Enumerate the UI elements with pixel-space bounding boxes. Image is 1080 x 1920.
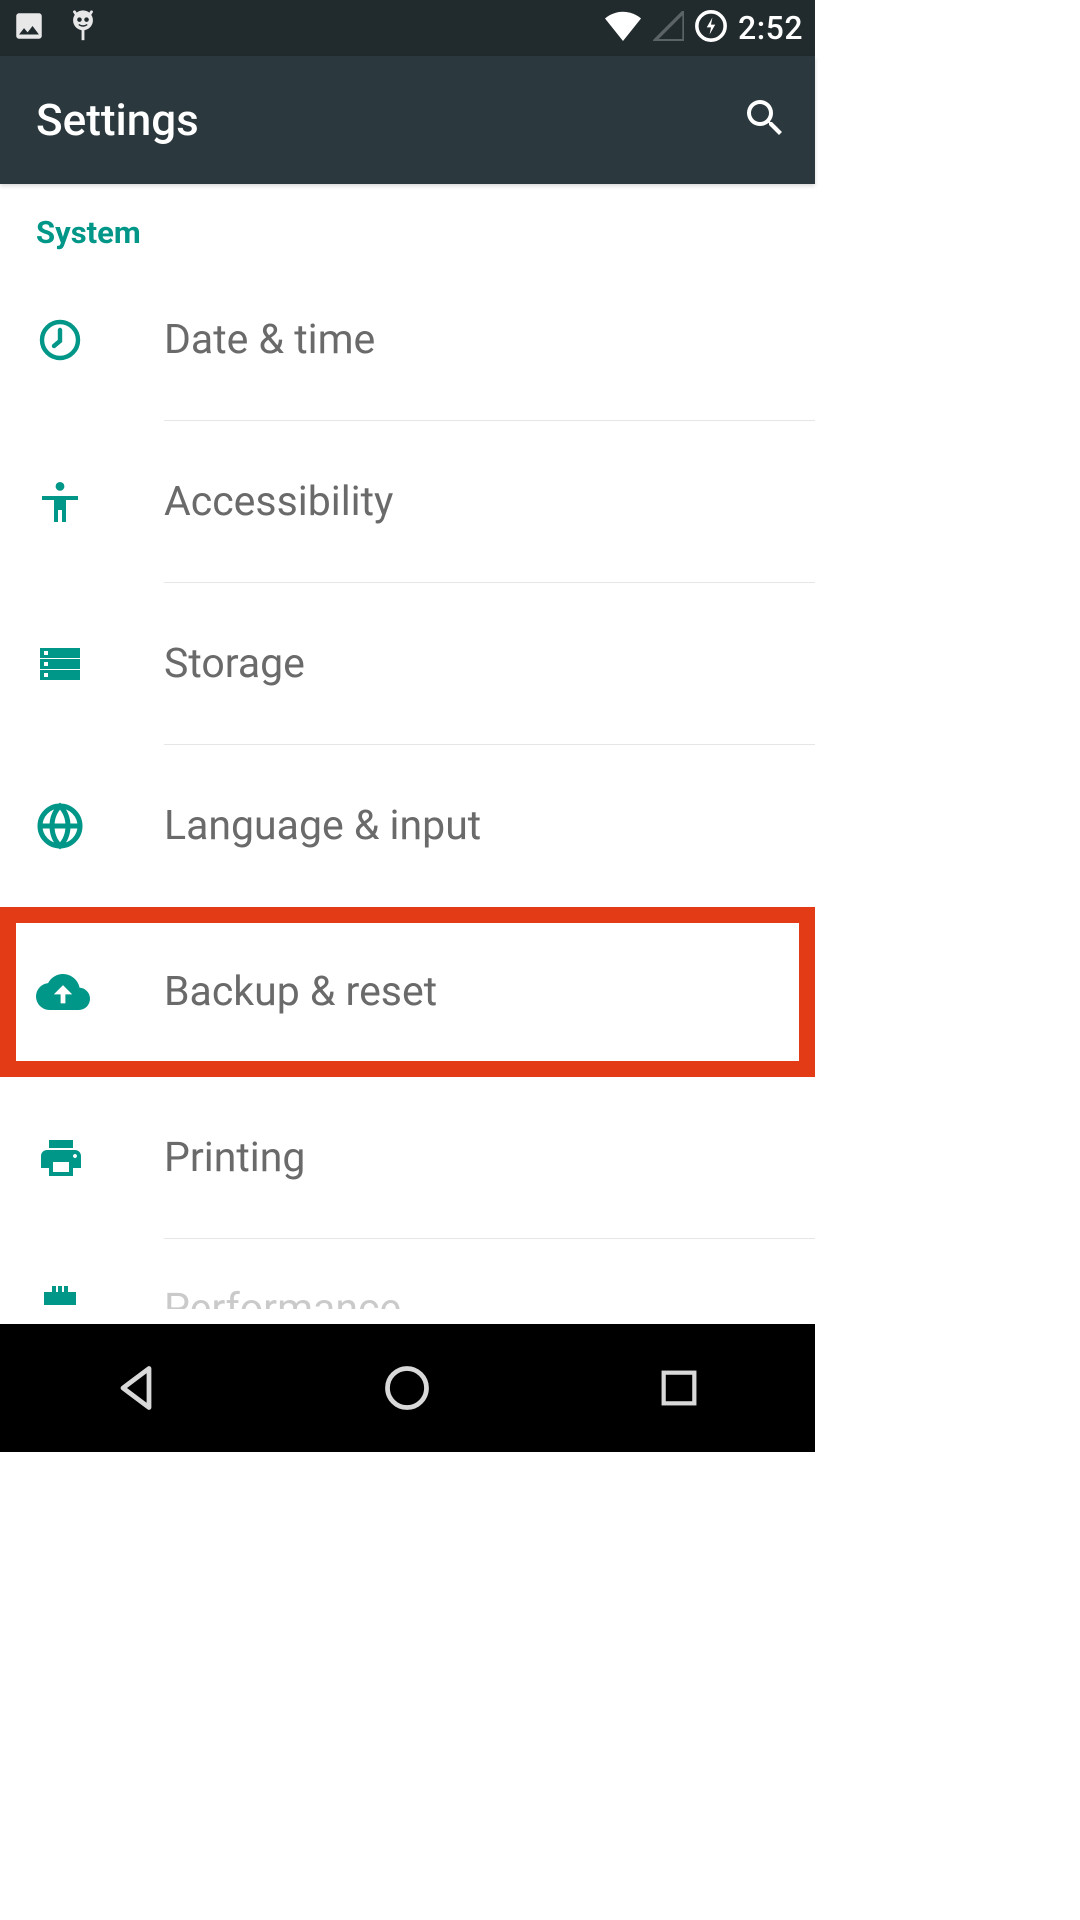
power-circle-icon: [694, 9, 728, 47]
row-storage[interactable]: Storage: [0, 583, 815, 745]
screen: 2:52 Settings System Date & time Accessi…: [0, 0, 815, 1452]
row-backup-reset[interactable]: Backup & reset: [0, 907, 815, 1077]
row-label: Performance: [164, 1285, 401, 1309]
row-label: Backup & reset: [164, 968, 437, 1016]
section-header-system: System: [0, 184, 815, 259]
app-bar: Settings: [0, 56, 815, 184]
recent-apps-button[interactable]: [574, 1365, 784, 1411]
row-label: Date & time: [164, 316, 375, 364]
status-right: 2:52: [604, 9, 803, 47]
row-label: Language & input: [164, 802, 481, 850]
row-label: Accessibility: [164, 478, 393, 526]
row-label: Storage: [164, 640, 305, 688]
search-icon[interactable]: [741, 94, 789, 146]
wifi-icon: [604, 11, 642, 45]
image-icon: [12, 9, 46, 47]
navigation-bar: [0, 1324, 815, 1452]
storage-icon: [36, 640, 164, 688]
row-label: Printing: [164, 1134, 305, 1182]
printer-icon: [36, 1134, 164, 1182]
row-date-time[interactable]: Date & time: [0, 259, 815, 421]
cloud-upload-icon: [36, 970, 164, 1014]
status-bar: 2:52: [0, 0, 815, 56]
row-performance[interactable]: Performance: [0, 1239, 815, 1309]
row-accessibility[interactable]: Accessibility: [0, 421, 815, 583]
android-mascot-icon: [66, 7, 100, 49]
page-title: Settings: [36, 94, 199, 146]
status-time: 2:52: [738, 9, 803, 47]
status-left: [12, 7, 100, 49]
settings-list: Date & time Accessibility Storage Langua…: [0, 259, 815, 1324]
globe-icon: [36, 802, 164, 850]
clock-icon: [36, 316, 164, 364]
row-language-input[interactable]: Language & input: [0, 745, 815, 907]
cellular-signal-icon: [652, 11, 684, 45]
accessibility-icon: [36, 478, 164, 526]
chip-icon: [36, 1285, 164, 1305]
back-button[interactable]: [31, 1362, 241, 1414]
home-button[interactable]: [302, 1362, 512, 1414]
row-printing[interactable]: Printing: [0, 1077, 815, 1239]
